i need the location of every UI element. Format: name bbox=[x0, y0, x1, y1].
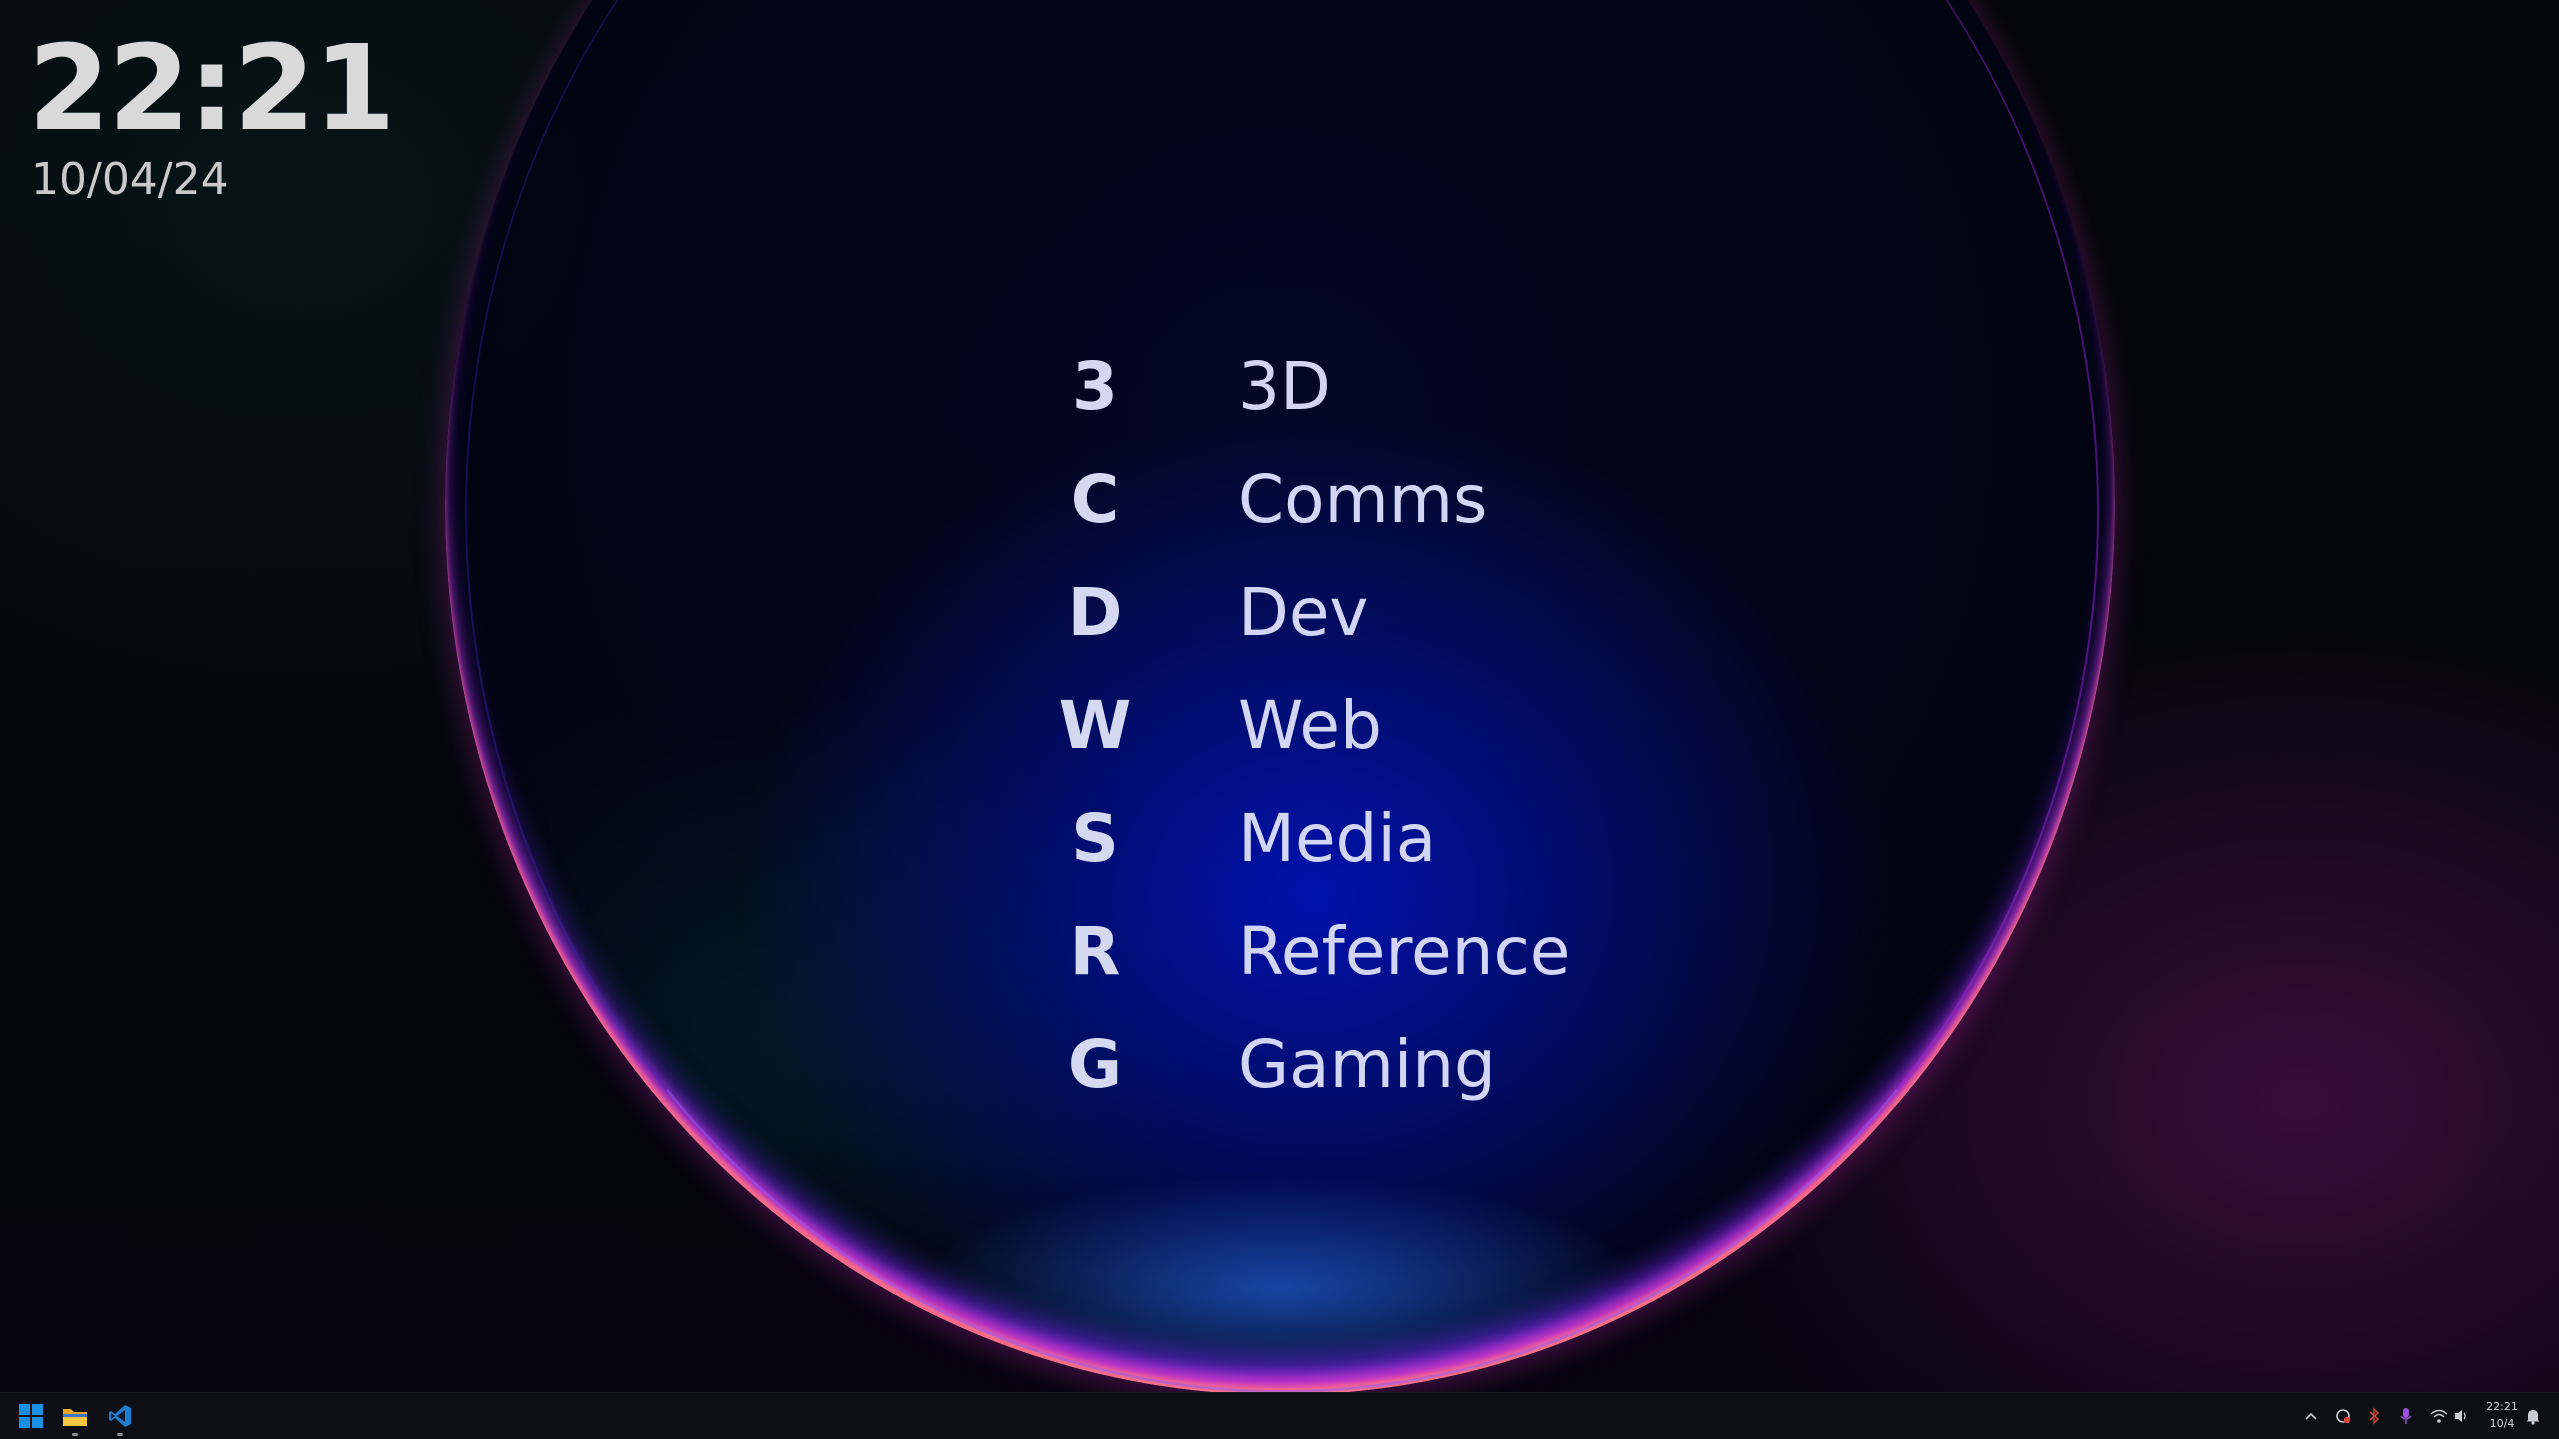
launcher-item-3d[interactable]: 3 3D bbox=[1040, 330, 1660, 443]
launcher-hotkey: S bbox=[1071, 800, 1119, 877]
launcher-item-label: Media bbox=[1238, 800, 1437, 877]
clock-widget-time: 22:21 bbox=[28, 19, 396, 157]
file-explorer-button[interactable] bbox=[58, 1399, 92, 1436]
launcher-item-media[interactable]: S Media bbox=[1040, 782, 1660, 895]
launcher-hotkey: G bbox=[1067, 1026, 1123, 1103]
sync-icon[interactable] bbox=[2332, 1405, 2354, 1427]
launcher-item-reference[interactable]: R Reference bbox=[1040, 895, 1660, 1008]
launcher-hotkey: W bbox=[1058, 687, 1132, 764]
clock-widget-date: 10/04/24 bbox=[31, 154, 229, 205]
chevron-up-icon[interactable] bbox=[2300, 1405, 2322, 1427]
start-button[interactable] bbox=[14, 1399, 48, 1433]
wifi-icon[interactable] bbox=[2428, 1405, 2450, 1427]
microphone-icon[interactable] bbox=[2395, 1405, 2417, 1427]
launcher-item-label: Web bbox=[1238, 687, 1382, 764]
launcher-item-label: Reference bbox=[1238, 913, 1571, 990]
running-indicator bbox=[72, 1433, 78, 1436]
launcher-menu: 3 3D C Comms D Dev W Web S Media R Refer… bbox=[1040, 330, 1660, 1121]
speaker-icon[interactable] bbox=[2451, 1405, 2473, 1427]
taskbar: 22:21 10/4 bbox=[0, 1392, 2559, 1439]
folder-icon bbox=[63, 1409, 87, 1426]
launcher-item-web[interactable]: W Web bbox=[1040, 669, 1660, 782]
launcher-item-label: 3D bbox=[1238, 348, 1331, 425]
launcher-hotkey: R bbox=[1069, 913, 1121, 990]
windows-logo-icon bbox=[19, 1404, 43, 1428]
launcher-item-label: Dev bbox=[1238, 574, 1369, 651]
launcher-item-label: Comms bbox=[1238, 461, 1488, 538]
vscode-button[interactable] bbox=[103, 1399, 137, 1436]
running-indicator bbox=[117, 1433, 123, 1436]
launcher-item-dev[interactable]: D Dev bbox=[1040, 556, 1660, 669]
launcher-item-comms[interactable]: C Comms bbox=[1040, 443, 1660, 556]
vscode-icon bbox=[109, 1405, 131, 1427]
launcher-hotkey: D bbox=[1067, 574, 1123, 651]
launcher-hotkey: C bbox=[1070, 461, 1120, 538]
bluetooth-icon[interactable] bbox=[2363, 1405, 2385, 1427]
notification-bell-icon[interactable] bbox=[2522, 1405, 2544, 1427]
launcher-item-label: Gaming bbox=[1238, 1026, 1496, 1103]
launcher-hotkey: 3 bbox=[1072, 348, 1118, 425]
launcher-item-gaming[interactable]: G Gaming bbox=[1040, 1008, 1660, 1121]
desktop: 22:21 10/04/24 3 3D C Comms D Dev W Web … bbox=[0, 0, 2559, 1392]
